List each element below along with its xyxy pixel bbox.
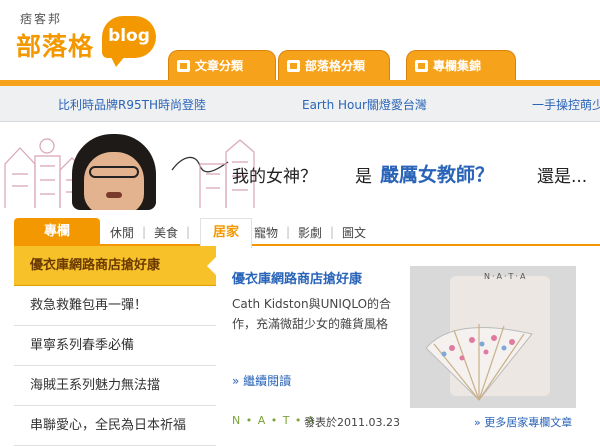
tab-pets[interactable]: 寵物 xyxy=(254,224,278,241)
read-more-link[interactable]: » 繼續閱讀 xyxy=(232,372,291,389)
blog-bubble-logo[interactable]: blog xyxy=(102,16,156,67)
nav-tab-label: 文章分類 xyxy=(195,59,244,73)
tab-drama[interactable]: 影劇 xyxy=(298,224,322,241)
tab-separator: | xyxy=(142,225,147,239)
article-date: 發表於2011.03.23 xyxy=(304,416,400,429)
nav-tab-label: 部落格分類 xyxy=(305,59,366,73)
blog-icon xyxy=(287,60,300,72)
category-tabs: 專欄 休閒 | 美食 | 居家 寵物 | 影劇 | 圖文 xyxy=(14,218,600,248)
sidebar-item[interactable]: 海賊王系列魅力無法擋 xyxy=(14,366,216,406)
tab-home[interactable]: 居家 xyxy=(200,218,252,248)
sidebar-item[interactable]: 單寧系列春季必備 xyxy=(14,326,216,366)
more-column-link[interactable]: » 更多居家專欄文章 xyxy=(474,414,572,430)
promo-banner[interactable]: 我的女神？ 是 嚴厲女教師？ 還是... xyxy=(0,122,600,210)
tab-column[interactable]: 專欄 xyxy=(14,218,100,246)
tab-separator: | xyxy=(286,225,291,239)
article-author[interactable]: N • A • T • A xyxy=(232,414,315,427)
nav-tab-label: 專欄集錦 xyxy=(433,59,482,73)
site-logo[interactable]: 部落格 xyxy=(16,27,94,63)
tab-food[interactable]: 美食 xyxy=(154,224,178,241)
sidebar-item[interactable]: 串聯愛心，全民為日本祈福 xyxy=(14,406,216,446)
tab-comics[interactable]: 圖文 xyxy=(342,224,366,241)
nav-tab-article-category[interactable]: 文章分類 xyxy=(168,50,276,80)
document-icon xyxy=(177,60,190,72)
avatar xyxy=(72,134,156,210)
banner-emphasis: 嚴厲女教師？ xyxy=(380,164,495,186)
banner-is: 是 xyxy=(355,167,372,187)
ticker-link[interactable]: Earth Hour關燈愛台灣 xyxy=(302,96,427,113)
image-brand-text: N·A·T·A xyxy=(484,272,528,281)
banner-question: 我的女神？ xyxy=(232,167,317,187)
article-image[interactable]: N·A·T·A xyxy=(410,266,576,408)
article-summary: Cath Kidston與UNIQLO的合作，充滿微甜少女的雜貨風格 xyxy=(232,297,392,331)
ticker-link[interactable]: 一手操控萌少 xyxy=(532,96,600,113)
sidebar-item[interactable]: 救急救難包再一彈！ xyxy=(14,286,216,326)
sidebar-item[interactable]: 優衣庫網路商店搶好康 xyxy=(14,246,216,286)
tab-separator: | xyxy=(330,225,335,239)
tab-separator: | xyxy=(186,225,191,239)
logo-subtitle: 痞客邦 xyxy=(20,12,63,26)
headline-ticker: 比利時品牌R95TH時尚登陸 Earth Hour關燈愛台灣 一手操控萌少 xyxy=(0,86,600,122)
article-title[interactable]: 優衣庫網路商店搶好康 xyxy=(232,268,362,287)
banner-still: 還是... xyxy=(537,167,588,187)
column-sidebar: 優衣庫網路商店搶好康 救急救難包再一彈！ 單寧系列春季必備 海賊王系列魅力無法擋… xyxy=(14,246,216,447)
featured-article: 優衣庫網路商店搶好康 Cath Kidston與UNIQLO的合作，充滿微甜少女… xyxy=(216,246,600,447)
site-header: 痞客邦 部落格 blog 文章分類 部落格分類 專欄集錦 xyxy=(0,0,600,86)
nav-tab-column[interactable]: 專欄集錦 xyxy=(406,50,516,80)
folding-fan-image xyxy=(425,324,533,401)
tab-leisure[interactable]: 休閒 xyxy=(110,224,134,241)
column-icon xyxy=(415,60,428,72)
nav-tab-blog-category[interactable]: 部落格分類 xyxy=(278,50,390,80)
glasses-icon xyxy=(89,166,139,178)
ticker-link[interactable]: 比利時品牌R95TH時尚登陸 xyxy=(58,96,206,113)
